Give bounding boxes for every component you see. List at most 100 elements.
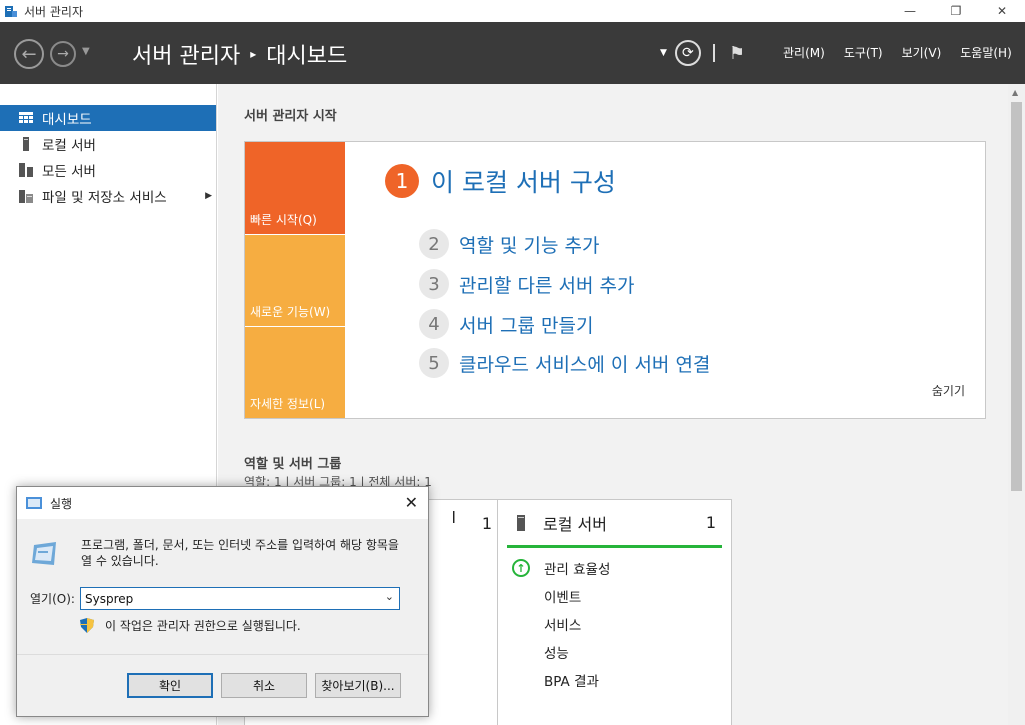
tile-row-events[interactable]: 이벤트 [512, 582, 610, 610]
welcome-title: 서버 관리자 시작 [244, 109, 337, 124]
sidebar-item-local-server[interactable]: 로컬 서버 [0, 131, 216, 157]
sidebar-item-dashboard[interactable]: 대시보드 [0, 105, 216, 131]
notifications-flag-icon[interactable]: ⚑ [729, 43, 745, 64]
sidebar-item-file-storage[interactable]: 파일 및 저장소 서비스 ▶ [0, 183, 216, 209]
tile-row-label: 성능 [544, 646, 569, 662]
vertical-scrollbar[interactable]: ▲ [1008, 84, 1025, 725]
run-icon [26, 497, 42, 509]
header-divider [712, 44, 715, 62]
server-manager-app-icon [4, 4, 18, 18]
tile-row-performance[interactable]: 성능 [512, 638, 610, 666]
local-server-tile[interactable]: 로컬 서버 1 ↑ 관리 효율성 이벤트 서비스 성능 BPA 결과 [497, 499, 732, 725]
tile-name: 로컬 서버 [543, 514, 607, 534]
breadcrumb-root[interactable]: 서버 관리자 [132, 38, 240, 70]
server-icon [515, 514, 527, 531]
dashboard-icon [18, 110, 34, 126]
open-input-value[interactable]: Sysprep [85, 592, 133, 606]
run-program-icon [30, 539, 60, 569]
window-title: 서버 관리자 [24, 4, 84, 19]
restore-button[interactable]: ❐ [933, 0, 979, 22]
tile-row-label: 서비스 [544, 618, 582, 634]
step-number: 3 [419, 269, 449, 299]
tab-label: 빠른 시작(Q) [250, 213, 317, 227]
header-menus: 관리(M) 도구(T) 보기(V) 도움말(H) [783, 44, 1012, 61]
file-storage-icon [18, 188, 34, 204]
window-controls: — ❐ ✕ [887, 0, 1025, 22]
menu-view[interactable]: 보기(V) [902, 44, 942, 61]
uac-shield-icon [80, 618, 94, 633]
notifications-dropdown-icon[interactable]: ▼ [660, 48, 667, 58]
tile-row-manageability[interactable]: ↑ 관리 효율성 [512, 554, 610, 582]
forward-arrow-icon: → [57, 46, 69, 62]
breadcrumb: 서버 관리자 ▸ 대시보드 [132, 38, 347, 70]
expand-arrow-icon[interactable]: ▶ [205, 191, 212, 201]
tile-count: 1 [481, 514, 492, 533]
tab-quick-start[interactable]: 빠른 시작(Q) [245, 142, 345, 234]
step-number: 2 [419, 229, 449, 259]
step-link[interactable]: 이 로컬 서버 구성 [431, 163, 616, 199]
back-button[interactable]: ← [14, 39, 44, 69]
tile-name: l [451, 508, 456, 527]
back-arrow-icon: ← [21, 43, 37, 65]
roles-title: 역할 및 서버 그룹 [244, 457, 342, 472]
ok-button[interactable]: 확인 [127, 673, 213, 698]
tab-learn-more[interactable]: 자세한 정보(L) [245, 327, 345, 418]
tile-row-label: BPA 결과 [544, 674, 599, 690]
step-connect-cloud[interactable]: 5 클라우드 서비스에 이 서버 연결 [419, 348, 710, 378]
hide-link[interactable]: 숨기기 [932, 382, 965, 399]
welcome-panel: 빠른 시작(Q) 새로운 기능(W) 자세한 정보(L) 1 이 로컬 서버 구… [244, 141, 986, 419]
run-dialog-title: 실행 [50, 496, 73, 511]
breadcrumb-current: 대시보드 [266, 44, 348, 69]
tab-whats-new[interactable]: 새로운 기능(W) [245, 235, 345, 326]
chevron-down-icon[interactable]: ⌄ [385, 590, 394, 603]
tile-row-bpa-results[interactable]: BPA 결과 [512, 666, 610, 694]
tile-row-label: 관리 효율성 [544, 562, 611, 578]
menu-help[interactable]: 도움말(H) [960, 44, 1012, 61]
run-dialog: 실행 ✕ 프로그램, 폴더, 문서, 또는 인터넷 주소를 입력하여 해당 항목… [16, 486, 429, 717]
step-number: 4 [419, 309, 449, 339]
header-bar: ← → ▼ 서버 관리자 ▸ 대시보드 ▼ ⟳ ⚑ 관리(M) 도구(T) 보기… [0, 22, 1025, 84]
admin-note-text: 이 작업은 관리자 권한으로 실행됩니다. [105, 619, 301, 633]
history-dropdown-icon[interactable]: ▼ [82, 46, 90, 57]
step-link[interactable]: 관리할 다른 서버 추가 [459, 271, 634, 298]
window-titlebar: 서버 관리자 — ❐ ✕ [0, 0, 1025, 22]
scroll-thumb[interactable] [1011, 102, 1022, 491]
refresh-icon[interactable]: ⟳ [674, 40, 701, 66]
forward-button[interactable]: → [50, 41, 76, 67]
admin-note: 이 작업은 관리자 권한으로 실행됩니다. [80, 617, 301, 634]
server-icon [18, 136, 34, 152]
step-create-group[interactable]: 4 서버 그룹 만들기 [419, 309, 593, 339]
step-add-servers[interactable]: 3 관리할 다른 서버 추가 [419, 269, 634, 299]
sidebar-item-label: 로컬 서버 [42, 138, 96, 154]
menu-tools[interactable]: 도구(T) [844, 44, 883, 61]
close-icon[interactable]: ✕ [405, 493, 418, 512]
step-link[interactable]: 클라우드 서비스에 이 서버 연결 [459, 350, 710, 377]
step-link[interactable]: 서버 그룹 만들기 [459, 311, 593, 338]
tile-rows: ↑ 관리 효율성 이벤트 서비스 성능 BPA 결과 [512, 554, 610, 694]
step-configure-local-server[interactable]: 1 이 로컬 서버 구성 [385, 163, 616, 199]
tile-row-services[interactable]: 서비스 [512, 610, 610, 638]
tile-count: 1 [705, 513, 716, 532]
run-dialog-titlebar: 실행 ✕ [17, 487, 428, 519]
tab-label: 새로운 기능(W) [250, 305, 331, 319]
tab-label: 자세한 정보(L) [250, 397, 326, 411]
open-label: 열기(O): [30, 592, 75, 606]
scroll-up-icon[interactable]: ▲ [1012, 88, 1018, 97]
cancel-button[interactable]: 취소 [221, 673, 307, 698]
step-number: 5 [419, 348, 449, 378]
step-number: 1 [385, 164, 419, 198]
step-link[interactable]: 역할 및 기능 추가 [459, 231, 599, 258]
minimize-button[interactable]: — [887, 0, 933, 22]
sidebar-item-all-servers[interactable]: 모든 서버 [0, 157, 216, 183]
open-input[interactable]: Sysprep ⌄ [80, 587, 400, 610]
step-add-roles[interactable]: 2 역할 및 기능 추가 [419, 229, 599, 259]
menu-manage[interactable]: 관리(M) [783, 44, 825, 61]
tile-row-label: 이벤트 [544, 590, 582, 606]
status-ok-icon: ↑ [512, 559, 530, 577]
browse-button[interactable]: 찾아보기(B)... [315, 673, 401, 698]
tile-header: 로컬 서버 1 [507, 500, 722, 548]
sidebar-item-label: 대시보드 [42, 112, 92, 128]
header-tools: ▼ ⟳ ⚑ [660, 40, 745, 66]
sidebar-item-label: 파일 및 저장소 서비스 [42, 190, 167, 206]
close-button[interactable]: ✕ [979, 0, 1025, 22]
